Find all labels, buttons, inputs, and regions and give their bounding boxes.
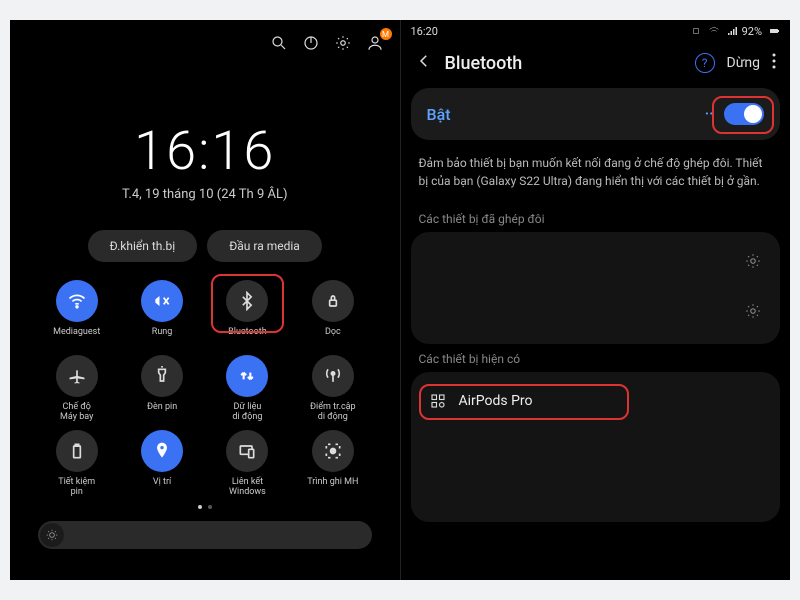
qs-rotate[interactable]: Dọc: [290, 280, 375, 347]
status-bar: 16:20 92%: [401, 20, 791, 42]
battery-status-icon: [768, 25, 780, 37]
qs-screen-record[interactable]: Trình ghi MH: [290, 430, 375, 497]
available-devices-card: AirPods Pro: [411, 372, 781, 522]
quick-settings-screen: 16:16 T.4, 19 tháng 10 (24 Th 9 ÂL) Đ.kh…: [10, 20, 400, 580]
brightness-slider[interactable]: [38, 521, 372, 549]
qs-wifi[interactable]: Mediaguest: [34, 280, 119, 347]
help-icon[interactable]: ?: [695, 53, 715, 73]
gear-icon[interactable]: [744, 302, 762, 324]
clock-date: T.4, 19 tháng 10 (24 Th 9 ÂL): [10, 187, 400, 202]
vibrate-status-icon: [690, 25, 702, 37]
quick-settings-grid: Mediaguest Rung Bluetooth Dọc Chế độ Máy…: [10, 262, 400, 501]
gear-icon[interactable]: [334, 34, 352, 52]
paired-device-row[interactable]: [411, 288, 781, 338]
flashlight-icon: [141, 355, 183, 397]
paired-devices-card: [411, 232, 781, 344]
bluetooth-toggle[interactable]: [724, 103, 764, 125]
power-icon[interactable]: [302, 34, 320, 52]
status-right: 92%: [688, 25, 780, 38]
profile-icon[interactable]: [366, 34, 384, 52]
more-icon[interactable]: [772, 53, 776, 73]
signal-status-icon: [726, 25, 738, 37]
screen-record-icon: [312, 430, 354, 472]
clock-time: 16:16: [10, 120, 400, 183]
bluetooth-header: Bluetooth ? Dừng: [401, 42, 791, 88]
device-name: AirPods Pro: [459, 393, 533, 409]
paired-section-label: Các thiết bị đã ghép đôi: [401, 204, 791, 232]
clock-widget: 16:16 T.4, 19 tháng 10 (24 Th 9 ÂL): [10, 120, 400, 202]
gear-icon[interactable]: [744, 252, 762, 274]
page-dots: [10, 505, 400, 509]
media-output-pill[interactable]: Đầu ra media: [207, 230, 322, 262]
bluetooth-icon: [226, 280, 268, 322]
bluetooth-description: Đảm bảo thiết bị bạn muốn kết nối đang ở…: [401, 140, 791, 204]
qs-link-windows[interactable]: Liên kết Windows: [205, 430, 290, 497]
location-icon: [141, 430, 183, 472]
qs-hotspot[interactable]: Điểm tr.cập di động: [290, 355, 375, 422]
hotspot-icon: [312, 355, 354, 397]
device-type-icon: [429, 392, 447, 410]
battery-icon: [56, 430, 98, 472]
bluetooth-toggle-card[interactable]: Bật ••: [411, 88, 781, 140]
vibrate-icon: [141, 280, 183, 322]
toggle-label: Bật: [427, 105, 451, 124]
lock-rotate-icon: [312, 280, 354, 322]
top-icons-row: [10, 20, 400, 56]
back-icon[interactable]: [415, 52, 433, 74]
bluetooth-settings-screen: 16:20 92% Bluetooth ? Dừng Bật ••: [401, 20, 791, 580]
available-device-row[interactable]: AirPods Pro: [411, 378, 781, 424]
link-windows-icon: [226, 430, 268, 472]
stop-scan-button[interactable]: Dừng: [727, 55, 760, 71]
wifi-status-icon: [708, 25, 720, 37]
qs-location[interactable]: Vị trí: [119, 430, 204, 497]
device-control-pill[interactable]: Đ.khiển th.bị: [88, 230, 198, 262]
qs-bluetooth[interactable]: Bluetooth: [205, 280, 290, 347]
available-section-label: Các thiết bị hiện có: [401, 344, 791, 372]
qs-battery-saver[interactable]: Tiết kiệm pin: [34, 430, 119, 497]
airplane-icon: [56, 355, 98, 397]
wifi-icon: [56, 280, 98, 322]
search-icon[interactable]: [270, 34, 288, 52]
scanning-indicator: ••: [705, 109, 714, 120]
control-pills: Đ.khiển th.bị Đầu ra media: [10, 230, 400, 262]
data-icon: [226, 355, 268, 397]
qs-sound[interactable]: Rung: [119, 280, 204, 347]
page-title: Bluetooth: [445, 53, 523, 74]
battery-percent: 92%: [742, 25, 762, 38]
qs-airplane[interactable]: Chế độ Máy bay: [34, 355, 119, 422]
paired-device-row[interactable]: [411, 238, 781, 288]
qs-data[interactable]: Dữ liệu di động: [205, 355, 290, 422]
qs-flashlight[interactable]: Đèn pin: [119, 355, 204, 422]
brightness-icon: [40, 523, 64, 547]
status-time: 16:20: [411, 25, 438, 38]
